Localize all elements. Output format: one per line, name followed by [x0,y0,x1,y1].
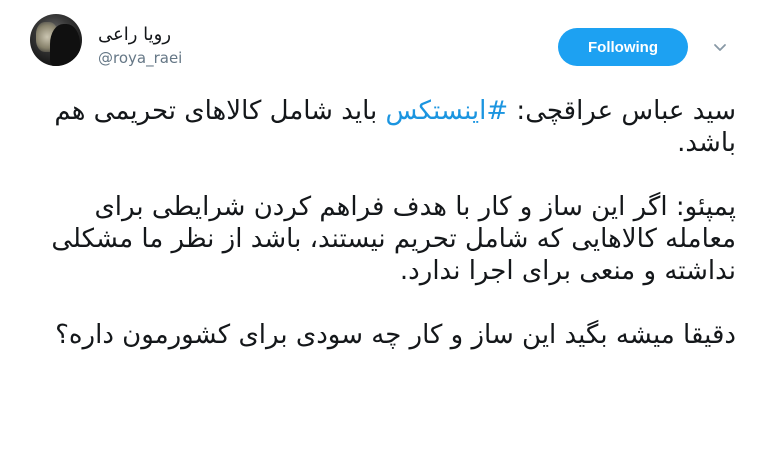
display-name[interactable]: رویا راعی [98,24,182,46]
user-handle[interactable]: @roya_raei [98,48,182,68]
tweet-paragraph-3: دقیقا میشه بگید این ساز و کار چه سودی بر… [55,320,736,350]
avatar-figure [50,24,80,66]
following-button[interactable]: Following [558,28,688,66]
tweet-text: سید عباس عراقچی: #اینستکس باید شامل کالا… [34,95,736,351]
tweet-paragraph-2: پمپئو: اگر این ساز و کار با هدف فراهم کر… [51,192,736,286]
avatar[interactable] [30,14,82,66]
tweet-paragraph-1: سید عباس عراقچی: #اینستکس باید شامل کالا… [34,95,736,159]
chevron-down-icon[interactable] [712,40,728,56]
paragraph-1-prefix: سید عباس عراقچی: [508,96,736,126]
hashtag-link[interactable]: #اینستکس [386,96,509,126]
tweet-card: رویا راعی @roya_raei Following سید عباس … [0,0,760,462]
author-info[interactable]: رویا راعی @roya_raei [98,24,182,68]
